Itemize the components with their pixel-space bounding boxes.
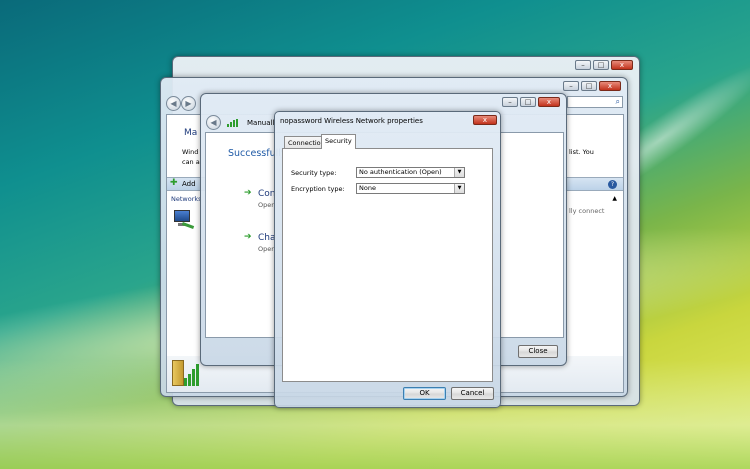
arrow-right-icon: ➔ bbox=[244, 188, 252, 198]
back-button[interactable]: ◀ bbox=[166, 96, 181, 111]
help-icon[interactable]: ? bbox=[608, 180, 617, 189]
wizard-back-button[interactable]: ◀ bbox=[206, 115, 221, 130]
minimize-button[interactable]: – bbox=[575, 60, 591, 70]
network-properties-dialog: nopassword Wireless Network properties x… bbox=[274, 111, 501, 408]
minimize-button[interactable]: – bbox=[563, 81, 579, 91]
page-description-line2: can a bbox=[182, 158, 200, 166]
forward-button[interactable]: ▶ bbox=[181, 96, 196, 111]
page-description-line1: Wind bbox=[182, 148, 199, 156]
maximize-button[interactable]: □ bbox=[581, 81, 597, 91]
maximize-button[interactable]: □ bbox=[520, 97, 536, 107]
wizard-close-button[interactable]: Close bbox=[518, 345, 558, 358]
wizard-signal-icon bbox=[227, 119, 239, 127]
close-button[interactable]: x bbox=[611, 60, 633, 70]
network-computer-icon bbox=[174, 210, 195, 230]
change-option-title[interactable]: Cha bbox=[258, 233, 276, 243]
maximize-button[interactable]: □ bbox=[593, 60, 609, 70]
add-button[interactable]: Add bbox=[182, 180, 196, 188]
connect-option-title[interactable]: Con bbox=[258, 189, 276, 199]
wizard-title: Manuall bbox=[247, 119, 275, 127]
networks-column-header: Networks bbox=[171, 195, 202, 203]
page-heading: Ma bbox=[184, 128, 198, 138]
minimize-button[interactable]: – bbox=[502, 97, 518, 107]
chevron-down-icon: ▼ bbox=[454, 168, 464, 177]
security-tab-panel: Security type: No authentication (Open) … bbox=[282, 148, 493, 382]
connect-option-subtitle: Open bbox=[258, 201, 276, 209]
search-box[interactable]: ⌕ bbox=[567, 96, 623, 108]
encryption-type-label: Encryption type: bbox=[291, 185, 345, 193]
close-button[interactable]: x bbox=[538, 97, 560, 107]
tab-security[interactable]: Security bbox=[321, 134, 356, 149]
chevron-down-icon: ▼ bbox=[454, 184, 464, 193]
security-type-value: No authentication (Open) bbox=[359, 168, 442, 176]
ok-button[interactable]: OK bbox=[403, 387, 446, 400]
manage-window-controls: – □ x bbox=[563, 81, 621, 91]
page-description-right: list. You bbox=[569, 148, 594, 156]
close-button[interactable]: x bbox=[599, 81, 621, 91]
security-type-label: Security type: bbox=[291, 169, 337, 177]
add-plus-icon: ✚ bbox=[170, 178, 178, 188]
security-type-select[interactable]: No authentication (Open) ▼ bbox=[356, 167, 465, 178]
change-option-subtitle: Open bbox=[258, 245, 276, 253]
encryption-type-value: None bbox=[359, 184, 376, 192]
network-status-right: lly connect bbox=[569, 207, 605, 215]
encryption-type-select[interactable]: None ▼ bbox=[356, 183, 465, 194]
dialog-title: nopassword Wireless Network properties bbox=[280, 117, 423, 125]
wizard-window-controls: – □ x bbox=[502, 97, 560, 107]
rear-window-controls: – □ x bbox=[575, 60, 633, 70]
collapse-icon[interactable]: ▲ bbox=[612, 195, 617, 202]
arrow-right-icon: ➔ bbox=[244, 232, 252, 242]
dialog-close-button[interactable]: x bbox=[473, 115, 497, 125]
cancel-button[interactable]: Cancel bbox=[451, 387, 494, 400]
folder-signal-icon bbox=[172, 360, 199, 388]
search-icon: ⌕ bbox=[615, 97, 620, 106]
